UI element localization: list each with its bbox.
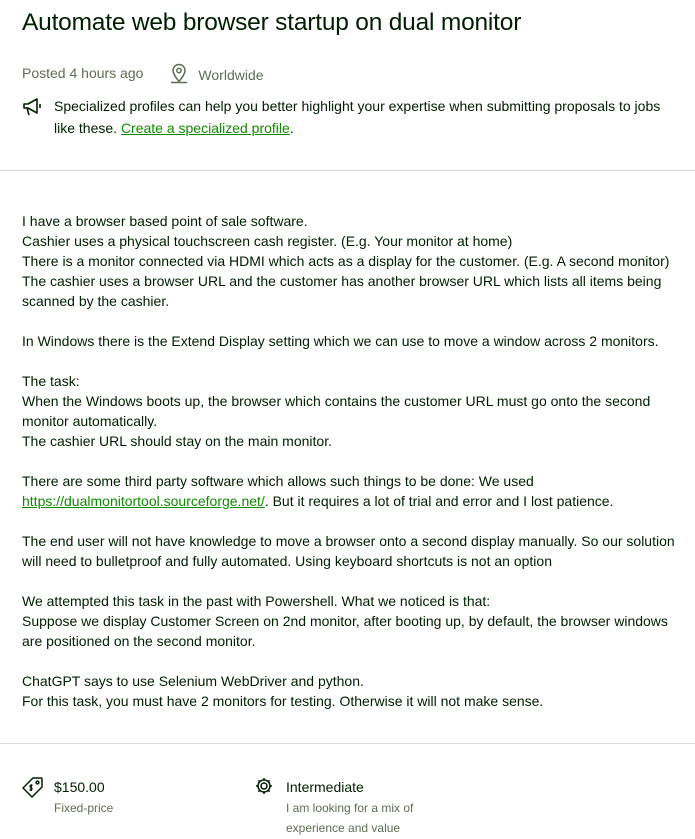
- create-specialized-profile-link[interactable]: Create a specialized profile: [121, 120, 290, 136]
- job-meta: Posted 4 hours ago Worldwide: [22, 62, 264, 84]
- divider: [0, 170, 695, 171]
- divider: [0, 743, 695, 744]
- experience-level-description: I am looking for a mix of experience and…: [286, 801, 414, 835]
- posted-time: Posted 4 hours ago: [22, 65, 144, 81]
- experience-level: Intermediate: [286, 779, 364, 795]
- price-type: Fixed-price: [54, 801, 114, 815]
- job-description: I have a browser based point of sale sof…: [22, 213, 675, 709]
- megaphone-icon: [22, 97, 44, 117]
- notice-text: Specialized profiles can help you better…: [54, 98, 661, 136]
- expertise-gear-icon: [254, 776, 276, 798]
- location-pin-icon: [169, 62, 189, 84]
- job-title: Automate web browser startup on dual mon…: [22, 9, 522, 36]
- price-feature: $150.00 Fixed-price: [22, 776, 242, 818]
- dualmonitortool-link[interactable]: https://dualmonitortool.sourceforge.net/: [22, 493, 265, 509]
- price-value: $150.00: [54, 779, 105, 795]
- specialized-profile-notice: Specialized profiles can help you better…: [22, 95, 672, 139]
- job-location: Worldwide: [198, 67, 264, 83]
- experience-level-feature: Intermediate I am looking for a mix of e…: [254, 776, 454, 838]
- price-tag-icon: [22, 776, 44, 798]
